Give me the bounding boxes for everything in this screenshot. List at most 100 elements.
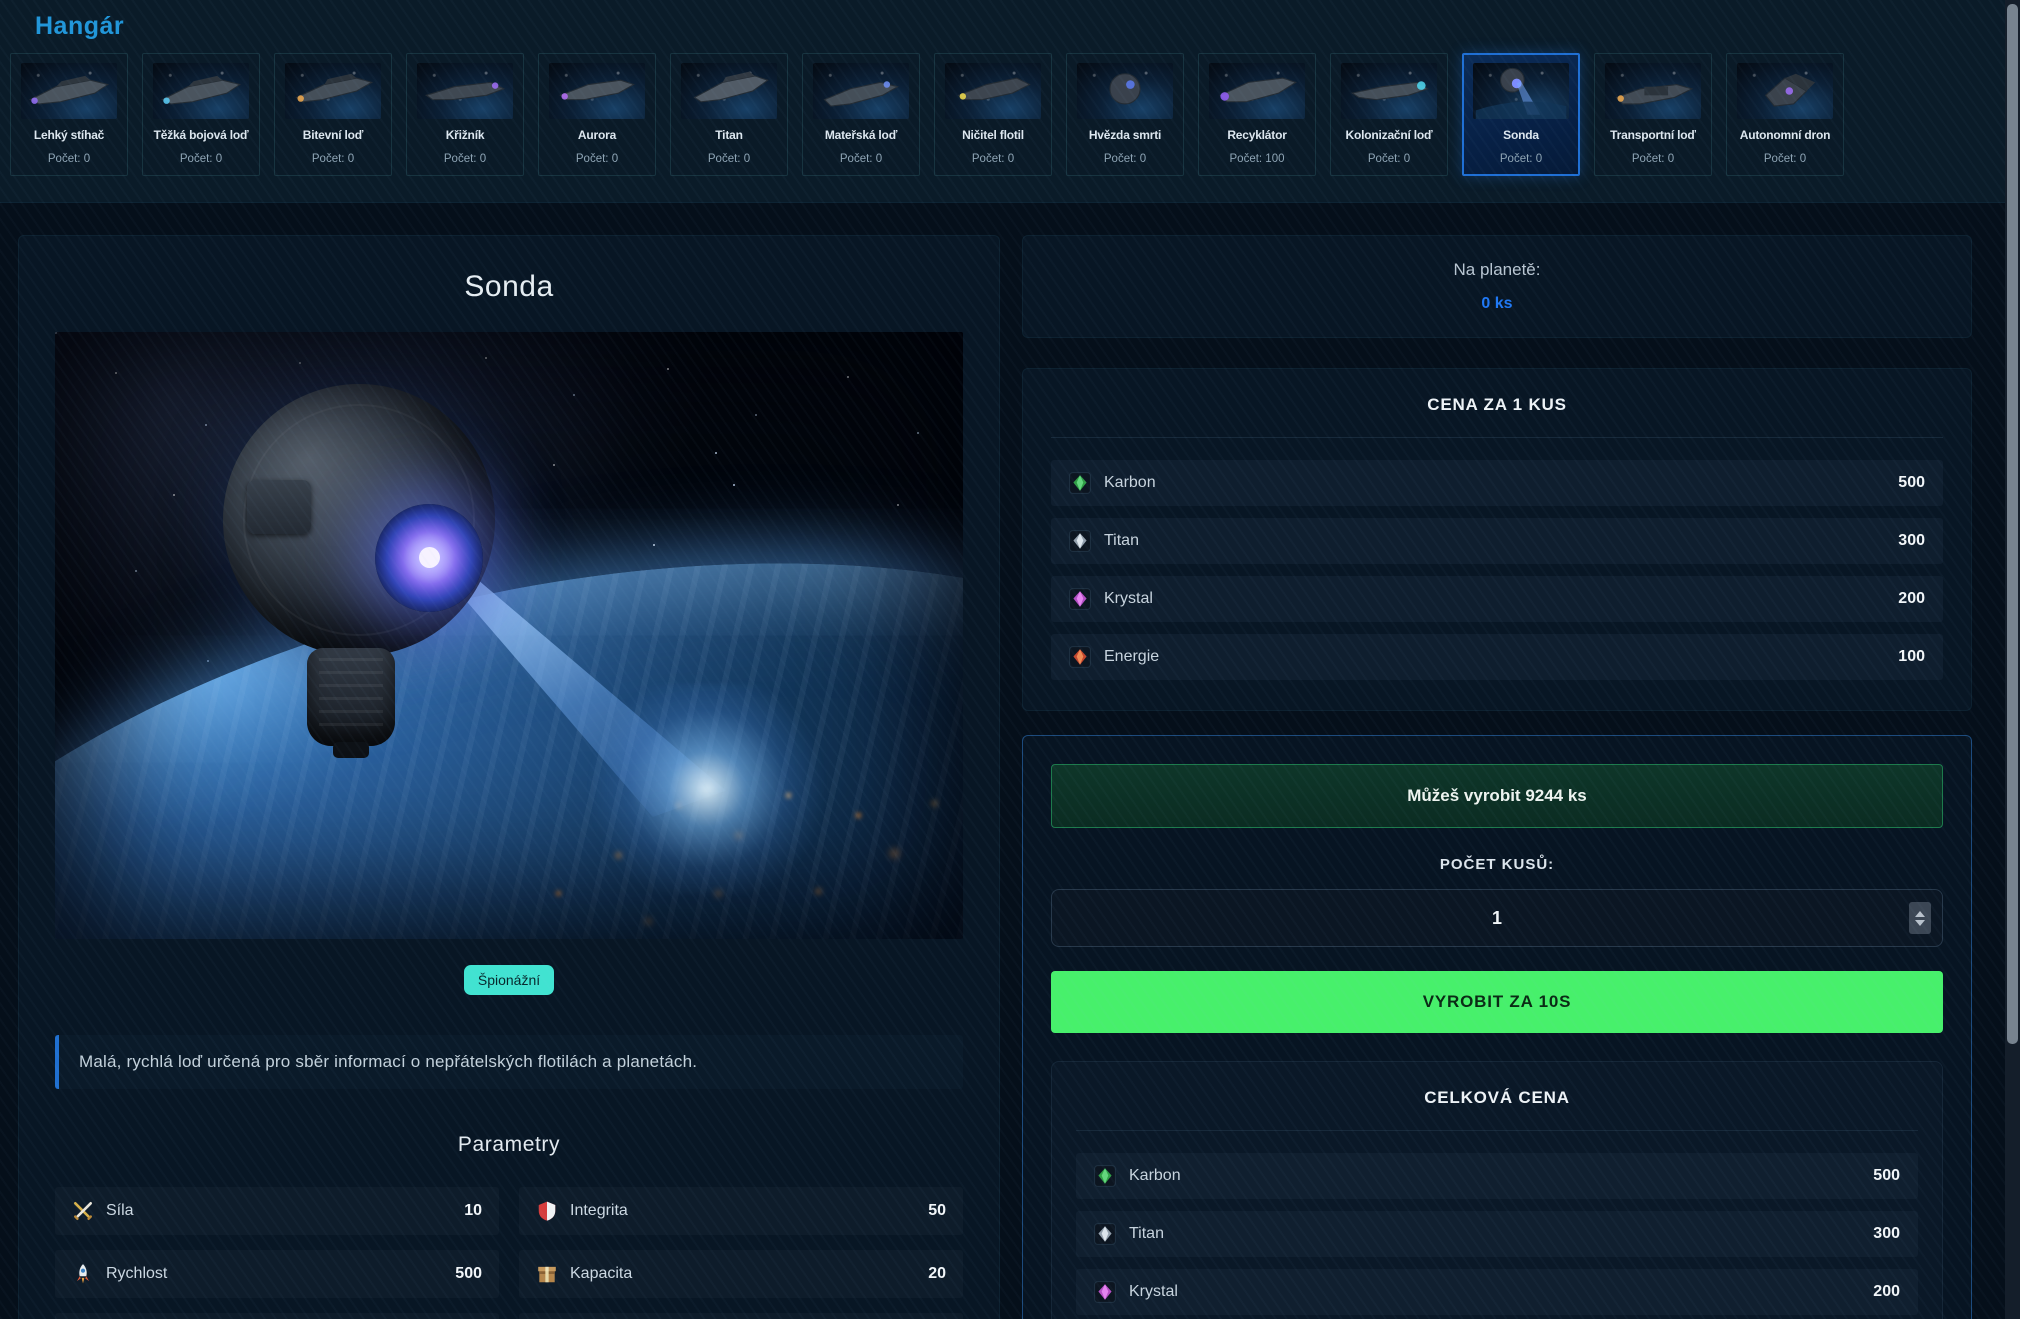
parameter-label: Integrita xyxy=(570,1202,628,1220)
ship-name: Titan xyxy=(715,128,742,142)
ship-thumbnail xyxy=(285,63,381,119)
parameter-row-integrita: Integrita 50 xyxy=(519,1187,963,1235)
ship-count: Počet: 0 xyxy=(48,153,90,165)
ship-name: Mateřská loď xyxy=(825,128,897,142)
ship-tab-tezka-bojova-lod[interactable]: Těžká bojová loď Počet: 0 xyxy=(142,53,260,176)
ship-tab-recyklator[interactable]: Recyklátor Počet: 100 xyxy=(1198,53,1316,176)
ship-tab-bitevni-lod[interactable]: Bitevní loď Počet: 0 xyxy=(274,53,392,176)
ship-detail-title: Sonda xyxy=(55,270,963,304)
ship-thumbnail xyxy=(1077,63,1173,119)
image-vignette xyxy=(55,332,963,939)
parameter-label: Rychlost xyxy=(106,1265,167,1283)
ship-name: Lehký stíhač xyxy=(34,128,104,142)
unit-cost-panel: CENA ZA 1 KUS Karbon 500 Titan 300 Kryst… xyxy=(1022,368,1972,711)
ship-thumbnail xyxy=(153,63,249,119)
ship-thumbnail xyxy=(1473,63,1569,119)
ship-thumbnail xyxy=(549,63,645,119)
on-planet-label: Na planetě: xyxy=(1047,260,1947,280)
ship-tab-kriznik[interactable]: Křižník Počet: 0 xyxy=(406,53,524,176)
scrollbar-thumb[interactable] xyxy=(2007,4,2018,1044)
ship-count: Počet: 0 xyxy=(1368,153,1410,165)
ship-tab-nicitel-flotil[interactable]: Ničitel flotil Počet: 0 xyxy=(934,53,1052,176)
ship-tab-strip: Lehký stíhač Počet: 0 Těžká bojová loď P… xyxy=(0,53,2020,176)
resource-row-krystal: Krystal 200 xyxy=(1076,1269,1918,1315)
krystal-icon xyxy=(1069,588,1091,610)
resource-value: 500 xyxy=(1873,1167,1900,1185)
divider xyxy=(1076,1130,1918,1131)
ship-tab-transportni-lod[interactable]: Transportní loď Počet: 0 xyxy=(1594,53,1712,176)
resource-row-energie: Energie 100 xyxy=(1051,634,1943,680)
resource-row-karbon: Karbon 500 xyxy=(1051,460,1943,506)
ship-count: Počet: 0 xyxy=(312,153,354,165)
on-planet-count: 0 ks xyxy=(1047,295,1947,313)
titan-icon xyxy=(1094,1223,1116,1245)
ship-count: Počet: 0 xyxy=(1104,153,1146,165)
ship-tab-materska-lod[interactable]: Mateřská loď Počet: 0 xyxy=(802,53,920,176)
ship-tab-aurora[interactable]: Aurora Počet: 0 xyxy=(538,53,656,176)
resource-value: 300 xyxy=(1898,532,1925,550)
ship-tab-hvezda-smrti[interactable]: Hvězda smrti Počet: 0 xyxy=(1066,53,1184,176)
ship-count: Počet: 0 xyxy=(1632,153,1674,165)
ship-tab-kolonizacni-lod[interactable]: Kolonizační loď Počet: 0 xyxy=(1330,53,1448,176)
ship-count: Počet: 0 xyxy=(1500,153,1542,165)
parameter-value: 20 xyxy=(928,1265,946,1283)
resource-name: Energie xyxy=(1104,648,1159,666)
resource-row-titan: Titan 300 xyxy=(1051,518,1943,564)
swords-icon xyxy=(72,1200,94,1222)
parameters-grid: Síla 10 Integrita 50 Rychlost 500 Kapaci… xyxy=(55,1187,963,1319)
resource-row-karbon: Karbon 500 xyxy=(1076,1153,1918,1199)
can-produce-banner: Můžeš vyrobit 9244 ks xyxy=(1051,764,1943,828)
ship-name: Transportní loď xyxy=(1610,128,1696,142)
resource-name: Titan xyxy=(1129,1225,1164,1243)
ship-name: Křižník xyxy=(446,128,485,142)
page-title: Hangár xyxy=(35,12,2020,41)
ship-image xyxy=(55,332,963,939)
parameter-row-sila: Síla 10 xyxy=(55,1187,499,1235)
resource-name: Krystal xyxy=(1104,590,1153,608)
ship-tab-autonomni-dron[interactable]: Autonomní dron Počet: 0 xyxy=(1726,53,1844,176)
ship-name: Těžká bojová loď xyxy=(154,128,249,142)
total-cost-panel: CELKOVÁ CENA Karbon 500 Titan 300 Krysta… xyxy=(1051,1061,1943,1319)
resource-row-krystal: Krystal 200 xyxy=(1051,576,1943,622)
ship-tab-titan[interactable]: Titan Počet: 0 xyxy=(670,53,788,176)
ship-thumbnail xyxy=(417,63,513,119)
production-panel: Můžeš vyrobit 9244 ks POČET KUSŮ: VYROBI… xyxy=(1022,735,1972,1319)
ship-count: Počet: 0 xyxy=(708,153,750,165)
ship-count: Počet: 100 xyxy=(1230,153,1285,165)
on-planet-panel: Na planetě: 0 ks xyxy=(1022,235,1972,338)
ship-detail-panel: Sonda Špionážní Malá, rychlá loď určená … xyxy=(18,235,1000,1319)
ship-tab-sonda[interactable]: Sonda Počet: 0 xyxy=(1462,53,1580,176)
produce-button[interactable]: VYROBIT ZA 10S xyxy=(1051,971,1943,1033)
parameter-label: Kapacita xyxy=(570,1265,632,1283)
ship-description: Malá, rychlá loď určená pro sběr informa… xyxy=(55,1035,963,1089)
quantity-stepper[interactable] xyxy=(1909,902,1931,934)
parameter-value: 500 xyxy=(455,1265,482,1283)
ship-tab-lehky-stihac[interactable]: Lehký stíhač Počet: 0 xyxy=(10,53,128,176)
quantity-input[interactable] xyxy=(1051,889,1943,947)
ship-name: Hvězda smrti xyxy=(1089,128,1161,142)
rocket-icon xyxy=(72,1263,94,1285)
ship-thumbnail xyxy=(1737,63,1833,119)
page-scrollbar[interactable] xyxy=(2005,0,2020,1319)
titan-icon xyxy=(1069,530,1091,552)
parameter-value: 50 xyxy=(928,1202,946,1220)
resource-row-titan: Titan 300 xyxy=(1076,1211,1918,1257)
parameter-row-rychlost: Rychlost 500 xyxy=(55,1250,499,1298)
ship-class-badge: Špionážní xyxy=(464,965,554,995)
resource-name: Krystal xyxy=(1129,1283,1178,1301)
resource-name: Karbon xyxy=(1104,474,1156,492)
ship-name: Ničitel flotil xyxy=(962,128,1024,142)
ship-name: Autonomní dron xyxy=(1740,128,1831,142)
parameter-label: Síla xyxy=(106,1202,134,1220)
ship-name: Sonda xyxy=(1503,128,1539,142)
ship-name: Aurora xyxy=(578,128,616,142)
resource-value: 200 xyxy=(1873,1283,1900,1301)
resource-name: Titan xyxy=(1104,532,1139,550)
resource-value: 300 xyxy=(1873,1225,1900,1243)
resource-value: 500 xyxy=(1898,474,1925,492)
quantity-label: POČET KUSŮ: xyxy=(1051,856,1943,873)
karbon-icon xyxy=(1069,472,1091,494)
karbon-icon xyxy=(1094,1165,1116,1187)
resource-value: 200 xyxy=(1898,590,1925,608)
resource-value: 100 xyxy=(1898,648,1925,666)
